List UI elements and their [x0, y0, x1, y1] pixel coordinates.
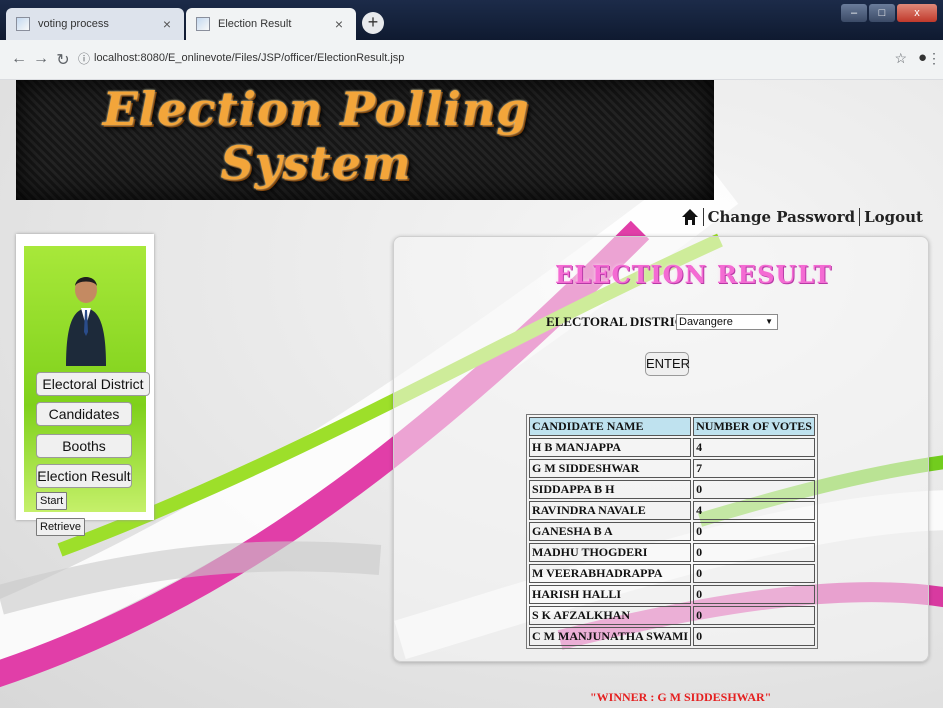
page-favicon-icon [16, 17, 30, 31]
tab-close-icon[interactable]: × [160, 16, 174, 32]
vote-count-cell: 0 [693, 585, 815, 604]
table-header-row: CANDIDATE NAME NUMBER OF VOTES [529, 417, 815, 436]
candidate-name-cell: S K AFZALKHAN [529, 606, 692, 625]
menu-dots-icon[interactable]: ⋮ [927, 50, 941, 67]
vote-count-cell: 0 [693, 564, 815, 583]
vote-count-cell: 4 [693, 501, 815, 520]
candidate-name-cell: MADHU THOGDERI [529, 543, 692, 562]
district-label-text: ELECTORAL DISTRICT [546, 314, 693, 329]
site-banner: Election Polling System [16, 80, 714, 200]
vote-count-cell: 0 [693, 522, 815, 541]
vote-count-cell: 0 [693, 543, 815, 562]
sidebar-item-candidates[interactable]: Candidates [36, 402, 132, 426]
close-window-icon[interactable]: x [897, 4, 937, 22]
candidate-name-cell: RAVINDRA NAVALE [529, 501, 692, 520]
browser-tab-bar: voting process × Election Result × + – □… [0, 0, 943, 40]
tab-title: Election Result [218, 18, 292, 30]
reload-icon[interactable]: ↻ [54, 50, 72, 70]
vote-count-cell: 4 [693, 438, 815, 457]
new-tab-plus-icon[interactable]: + [362, 12, 384, 34]
table-row: S K AFZALKHAN 0 [529, 606, 815, 625]
profile-icon[interactable]: ● [918, 49, 927, 66]
officer-avatar-icon [66, 277, 106, 366]
table-row: HARISH HALLI 0 [529, 585, 815, 604]
table-row: MADHU THOGDERI 0 [529, 543, 815, 562]
vote-count-cell: 0 [693, 480, 815, 499]
district-select[interactable]: Davangere ▼ [676, 314, 778, 330]
window-controls: – □ x [841, 4, 937, 22]
page-favicon-icon [196, 17, 210, 31]
maximize-icon[interactable]: □ [869, 4, 895, 22]
result-table: CANDIDATE NAME NUMBER OF VOTES H B MANJA… [526, 414, 818, 649]
column-header-votes: NUMBER OF VOTES [693, 417, 815, 436]
candidate-name-cell: G M SIDDESHWAR [529, 459, 692, 478]
vote-count-cell: 0 [693, 606, 815, 625]
vote-count-cell: 7 [693, 459, 815, 478]
banner-title: Election Polling System [102, 82, 530, 190]
info-icon[interactable]: ⓘ [78, 50, 90, 67]
candidate-name-cell: H B MANJAPPA [529, 438, 692, 457]
star-icon[interactable]: ☆ [894, 50, 907, 67]
table-row: RAVINDRA NAVALE 4 [529, 501, 815, 520]
candidate-name-cell: HARISH HALLI [529, 585, 692, 604]
tab-voting-process[interactable]: voting process × [6, 8, 184, 40]
top-links: Change Password Logout [681, 208, 923, 226]
column-header-candidate: CANDIDATE NAME [529, 417, 692, 436]
home-icon[interactable] [681, 208, 699, 226]
start-button[interactable]: Start [36, 492, 68, 510]
address-bar: ← → ↻ ⓘ localhost:8080/E_onlinevote/File… [0, 40, 943, 80]
url-field[interactable]: localhost:8080/E_onlinevote/Files/JSP/of… [94, 52, 404, 64]
candidate-name-cell: C M MANJUNATHA SWAMI [529, 627, 692, 646]
divider [702, 208, 704, 226]
candidate-name-cell: SIDDAPPA B H [529, 480, 692, 499]
table-row: GANESHA B A0 [529, 522, 815, 541]
sidebar-item-electoral-district[interactable]: Electoral District [36, 372, 150, 396]
candidate-name-cell: M VEERABHADRAPPA [529, 564, 692, 583]
table-row: H B MANJAPPA 4 [529, 438, 815, 457]
change-password-link[interactable]: Change Password [708, 208, 856, 226]
tab-election-result[interactable]: Election Result × [186, 8, 356, 40]
table-row: C M MANJUNATHA SWAMI 0 [529, 627, 815, 646]
forward-arrow-icon[interactable]: → [32, 50, 50, 68]
sidebar-item-booths[interactable]: Booths [36, 434, 132, 458]
enter-button[interactable]: ENTER [645, 352, 690, 376]
table-row: M VEERABHADRAPPA 0 [529, 564, 815, 583]
dropdown-arrow-icon: ▼ [765, 317, 773, 326]
sidebar-item-election-result[interactable]: Election Result [36, 464, 132, 488]
divider [859, 208, 861, 226]
candidate-name-cell: GANESHA B A [529, 522, 692, 541]
logout-link[interactable]: Logout [864, 208, 923, 226]
minimize-icon[interactable]: – [841, 4, 867, 22]
tab-title: voting process [38, 18, 109, 30]
retrieve-button[interactable]: Retrieve [36, 518, 85, 536]
winner-text: "WINNER : G M SIDDESHWAR" [590, 690, 772, 704]
tab-close-icon[interactable]: × [332, 16, 346, 32]
page-title: ELECTION RESULT [555, 260, 833, 289]
table-row: G M SIDDESHWAR 7 [529, 459, 815, 478]
page-content: Election Polling System Change Password … [0, 80, 943, 708]
vote-count-cell: 0 [693, 627, 815, 646]
district-select-value: Davangere [679, 316, 733, 328]
table-row: SIDDAPPA B H0 [529, 480, 815, 499]
back-arrow-icon[interactable]: ← [10, 50, 28, 68]
